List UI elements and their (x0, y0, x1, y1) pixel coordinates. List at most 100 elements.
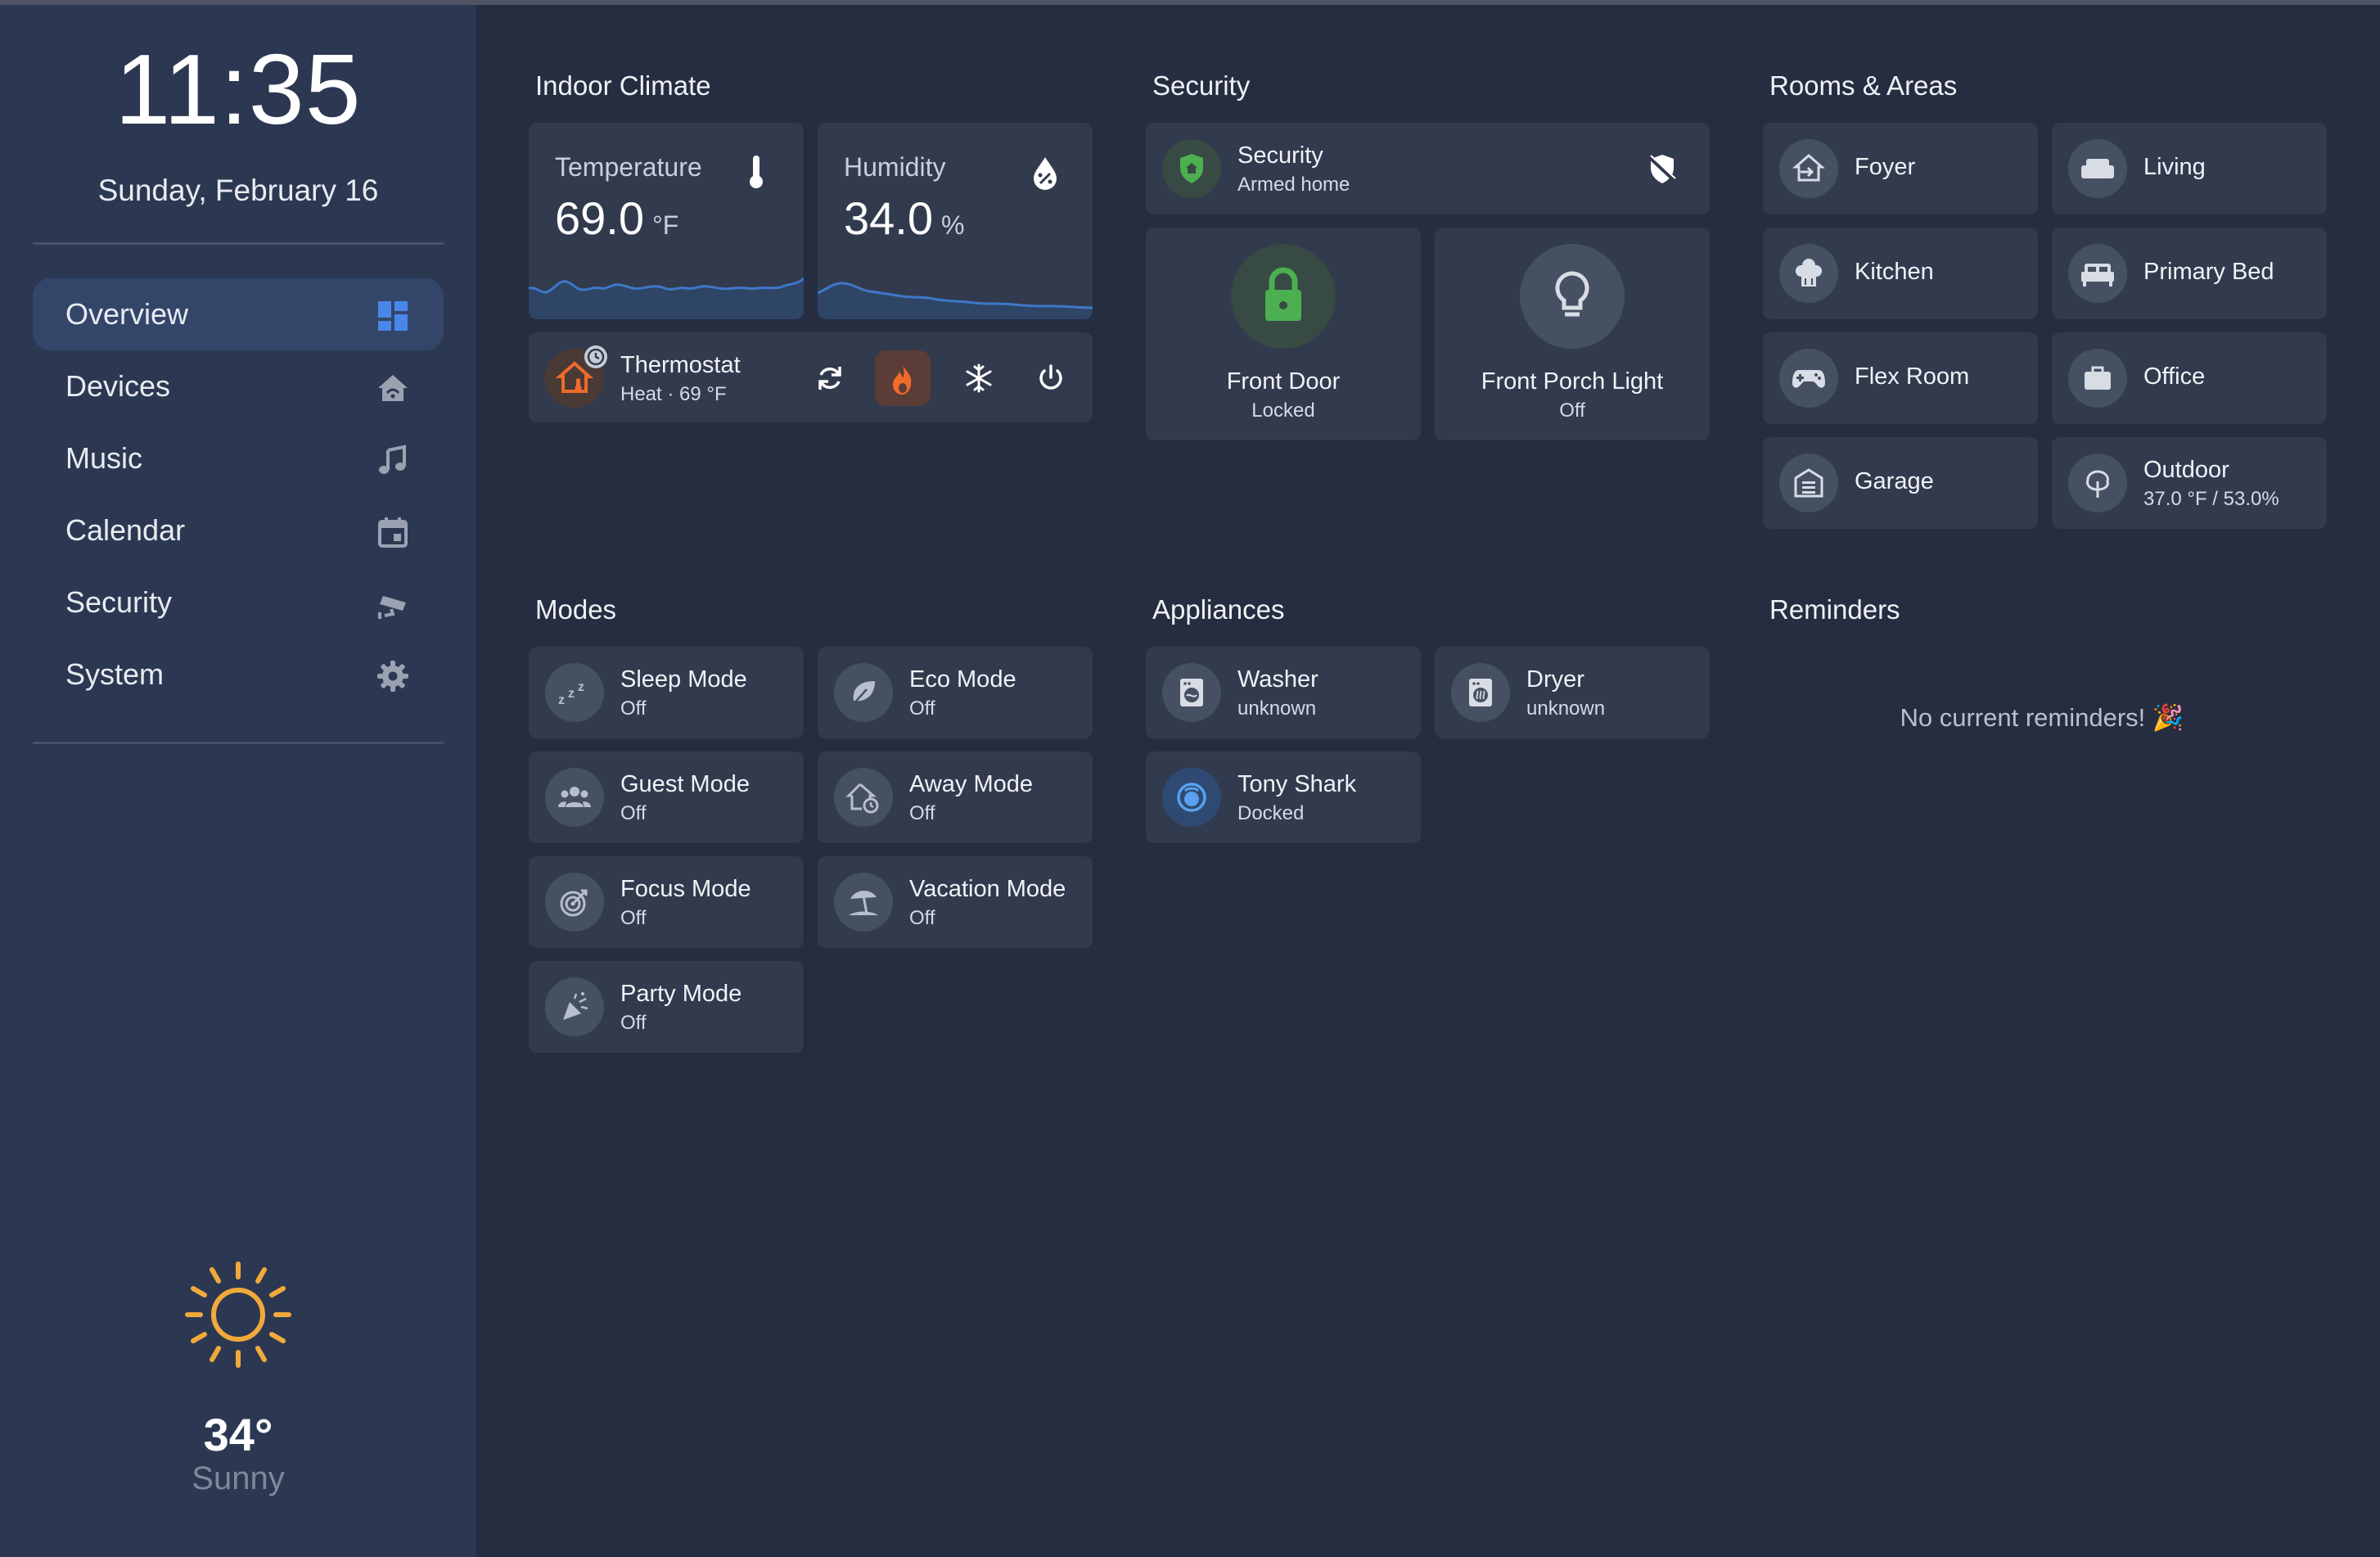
home-import-icon (1792, 154, 1825, 182)
tumble-dryer-icon (1469, 679, 1492, 706)
appliance-tile-dryer[interactable]: Dryer unknown (1435, 647, 1710, 738)
snowflake-icon[interactable] (962, 362, 995, 395)
nav-item-system[interactable]: System (33, 639, 444, 711)
section-title-modes: Modes (535, 594, 617, 625)
target-arrow-icon (560, 889, 588, 917)
shield-off-icon[interactable] (1646, 152, 1679, 185)
lightbulb-outline-icon (1555, 271, 1589, 317)
mode-name: Focus Mode (620, 876, 751, 902)
date: Sunday, February 16 (97, 174, 379, 207)
mode-state: Off (909, 802, 935, 824)
temperature-card[interactable]: Temperature 69.0 °F (529, 123, 804, 319)
gear-icon (377, 661, 408, 692)
calendar-icon (378, 517, 408, 548)
primary-bed-icon-wrap (2068, 244, 2127, 303)
sidebar-divider-top (33, 242, 444, 245)
room-tile-kitchen[interactable]: Kitchen (1763, 228, 2038, 319)
room-tile-flex-room[interactable]: Flex Room (1763, 332, 2038, 424)
outdoor-icon-wrap (2068, 454, 2127, 512)
appliance-name: Tony Shark (1237, 771, 1357, 797)
room-name: Garage (1855, 468, 1934, 494)
robot-vacuum-icon (1177, 783, 1206, 812)
room-tile-living[interactable]: Living (2052, 123, 2327, 214)
front-door-card[interactable]: Front Door Locked (1146, 228, 1421, 440)
flame-icon (893, 365, 912, 395)
heat-mode-button[interactable] (875, 350, 931, 406)
room-tile-office[interactable]: Office (2052, 332, 2327, 424)
porch-light-card[interactable]: Front Porch Light Off (1435, 228, 1710, 440)
mode-tile-party[interactable]: Party Mode Off (529, 961, 804, 1053)
nav-label: Devices (65, 369, 171, 403)
cctv-camera-icon (378, 596, 406, 619)
flex-room-icon-wrap (1779, 349, 1838, 408)
nav-item-overview[interactable]: Overview (33, 278, 444, 350)
appliance-state: Docked (1237, 802, 1305, 824)
mode-state: Off (620, 1012, 647, 1034)
porch-light-icon-wrap (1520, 244, 1625, 349)
sidebar: 11:35 Sunday, February 16 Overview Devic… (0, 5, 476, 1557)
section-title-indoor-climate: Indoor Climate (535, 70, 711, 101)
temperature-unit: °F (652, 210, 679, 240)
lock-icon (1265, 267, 1301, 321)
room-name: Outdoor (2143, 457, 2229, 483)
washer-icon-wrap (1162, 663, 1221, 722)
security-alarm-card[interactable]: Security Armed home (1146, 123, 1710, 214)
mode-tile-focus[interactable]: Focus Mode Off (529, 856, 804, 948)
appliance-name: Dryer (1526, 666, 1584, 693)
nav-label: System (65, 657, 165, 691)
alarm-icon-wrap (1162, 139, 1221, 198)
thermostat-card[interactable]: Thermostat Heat · 69 °F (529, 332, 1093, 422)
mode-name: Sleep Mode (620, 666, 747, 693)
section-title-reminders: Reminders (1769, 594, 1900, 625)
front-door-name: Front Door (1226, 368, 1341, 395)
away-icon-wrap (834, 768, 893, 827)
nav-item-security[interactable]: Security (33, 566, 444, 639)
mode-state: Off (620, 802, 647, 824)
mode-name: Vacation Mode (909, 876, 1066, 902)
auto-mode-icon[interactable] (814, 362, 846, 395)
humidity-card[interactable]: Humidity 34.0% (818, 123, 1093, 319)
mode-state: Off (909, 697, 935, 720)
humidity-number: 34.0 (844, 192, 933, 244)
shield-home-icon (1180, 154, 1203, 183)
mode-name: Party Mode (620, 981, 742, 1007)
room-tile-foyer[interactable]: Foyer (1763, 123, 2038, 214)
mode-tile-away[interactable]: Away Mode Off (818, 751, 1093, 843)
room-detail: 37.0 °F / 53.0% (2143, 488, 2279, 510)
front-door-icon-wrap (1231, 244, 1336, 349)
porch-light-name: Front Porch Light (1481, 368, 1664, 395)
dashboard-icon (378, 301, 408, 331)
nav-item-devices[interactable]: Devices (33, 350, 444, 422)
gamepad-icon (1792, 370, 1825, 388)
mode-tile-eco[interactable]: Eco Mode Off (818, 647, 1093, 738)
schedule-clock-icon (584, 345, 607, 368)
temperature-sparkline (529, 277, 804, 319)
nav-label: Security (65, 585, 173, 619)
sleep-icon-wrap: z z z (545, 663, 604, 722)
svg-text:z: z (578, 680, 584, 694)
mode-tile-guest[interactable]: Guest Mode Off (529, 751, 804, 843)
home-clock-icon (845, 783, 879, 814)
mode-name: Eco Mode (909, 666, 1016, 693)
power-icon[interactable] (1034, 362, 1067, 395)
nav-label: Music (65, 441, 143, 475)
room-tile-outdoor[interactable]: Outdoor 37.0 °F / 53.0% (2052, 437, 2327, 529)
nav-item-music[interactable]: Music (33, 422, 444, 494)
vacation-icon-wrap (834, 873, 893, 932)
appliance-tile-washer[interactable]: Washer unknown (1146, 647, 1421, 738)
weather-condition: Sunny (192, 1460, 285, 1496)
appliance-tile-vacuum[interactable]: Tony Shark Docked (1146, 751, 1421, 843)
reminders-empty-message: No current reminders! 🎉 (1900, 703, 2184, 732)
party-icon-wrap (545, 977, 604, 1036)
room-tile-primary-bed[interactable]: Primary Bed (2052, 228, 2327, 319)
office-icon-wrap (2068, 349, 2127, 408)
sleep-icon: z z z (558, 680, 584, 707)
room-tile-garage[interactable]: Garage (1763, 437, 2038, 529)
nav-item-calendar[interactable]: Calendar (33, 494, 444, 566)
temperature-number: 69.0 (555, 192, 644, 244)
mode-tile-sleep[interactable]: z z z Sleep Mode Off (529, 647, 804, 738)
section-title-rooms: Rooms & Areas (1769, 70, 1958, 101)
porch-light-state: Off (1559, 399, 1585, 422)
mode-tile-vacation[interactable]: Vacation Mode Off (818, 856, 1093, 948)
briefcase-icon (2085, 366, 2111, 390)
